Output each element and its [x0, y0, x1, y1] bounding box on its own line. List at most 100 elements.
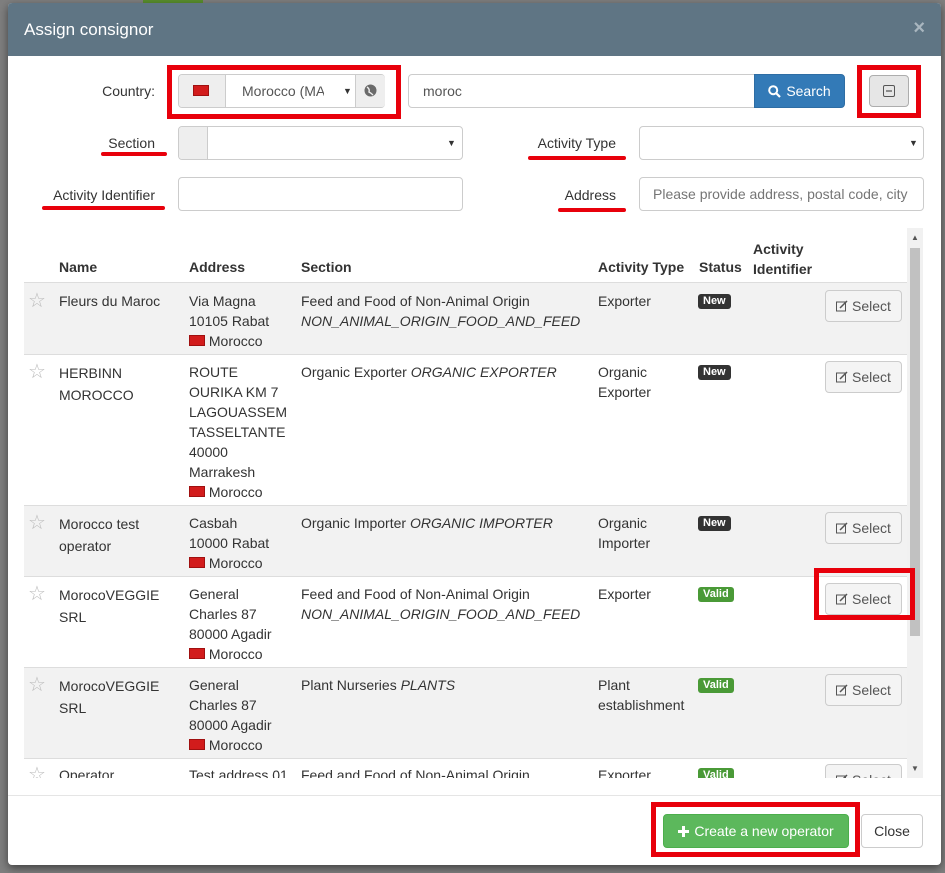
status-badge: New [698, 516, 731, 531]
underline-address [558, 208, 626, 212]
row-address-line: Charles 87 [189, 606, 257, 622]
select-button-label: Select [852, 591, 891, 607]
row-section-line: Organic Exporter ORGANIC EXPORTER [301, 362, 557, 382]
row-section: Organic Importer [301, 515, 407, 531]
row-address-line: TASSELTANTE [189, 424, 286, 440]
row-activity-type: Organic Importer [598, 515, 651, 551]
row-address-line: 80000 Agadir [189, 626, 272, 642]
col-header-activity-identifier: Activity Identifier [753, 241, 813, 277]
table-row: ☆ MorocoVEGGIE SRL General Charles 87 80… [24, 667, 907, 758]
close-button-label: Close [874, 823, 910, 839]
row-country: Morocco [189, 735, 263, 755]
globe-icon [364, 84, 377, 97]
row-section-line: Plant Nurseries PLANTS [301, 675, 455, 695]
star-icon[interactable]: ☆ [28, 675, 46, 695]
globe-addon[interactable] [355, 75, 385, 107]
row-section-code: ORGANIC IMPORTER [409, 515, 553, 531]
underline-activity-type [528, 156, 626, 160]
row-country: Morocco [189, 553, 263, 573]
star-icon[interactable]: ☆ [28, 765, 46, 778]
row-section: Feed and Food of Non-Animal Origin [301, 586, 530, 602]
edit-icon [836, 774, 848, 778]
activity-type-select[interactable]: ▼ [639, 126, 924, 160]
row-address-line: General [189, 677, 239, 693]
select-button[interactable]: Select [825, 764, 902, 778]
row-name: Fleurs du Maroc [59, 293, 161, 309]
row-country-name: Morocco [208, 484, 263, 500]
scroll-up-icon[interactable]: ▲ [911, 233, 919, 242]
star-icon[interactable]: ☆ [28, 362, 46, 382]
col-header-address: Address [189, 259, 246, 275]
row-country: Morocco [189, 644, 263, 664]
row-name: MorocoVEGGIE SRL [59, 587, 160, 625]
row-address-line: 10000 Rabat [189, 535, 270, 551]
row-section-code: NON_ANIMAL_ORIGIN_FOOD_AND_FEED [301, 313, 581, 329]
row-section: Feed and Food of Non-Animal Origin [301, 767, 530, 778]
close-icon[interactable]: × [913, 17, 925, 40]
row-activity-type: Exporter [598, 586, 651, 602]
country-select[interactable]: Morocco (MA ▼ [178, 74, 385, 108]
row-section: Plant Nurseries [301, 677, 397, 693]
table-row: ☆ Morocco test operator Casbah 10000 Rab… [24, 505, 907, 576]
select-button-label: Select [852, 682, 891, 698]
search-icon [768, 84, 782, 98]
row-country: Morocco [189, 482, 263, 502]
chevron-down-icon: ▼ [343, 86, 352, 96]
collapse-icon [883, 85, 895, 97]
activity-identifier-input[interactable] [178, 177, 463, 211]
search-input[interactable] [408, 74, 755, 108]
status-badge: New [698, 294, 731, 309]
row-section: Feed and Food of Non-Animal Origin [301, 293, 530, 309]
row-section-code: NON_ANIMAL_ORIGIN_FOOD_AND_FEED [301, 606, 581, 622]
col-header-activity-type: Activity Type [598, 259, 685, 275]
close-button[interactable]: Close [861, 814, 923, 848]
star-icon[interactable]: ☆ [28, 513, 46, 533]
row-country-name: Morocco [208, 646, 263, 662]
country-value: Morocco (MA [242, 83, 324, 99]
underline-section [101, 152, 167, 156]
flag-icon [189, 557, 205, 568]
search-button-label: Search [786, 83, 831, 99]
star-icon[interactable]: ☆ [28, 584, 46, 604]
col-header-name: Name [59, 259, 98, 275]
select-button[interactable]: Select [825, 583, 902, 615]
scroll-down-icon[interactable]: ▼ [911, 764, 919, 773]
table-row: ☆ HERBINN MOROCCO ROUTE OURIKA KM 7 LAGO… [24, 354, 907, 505]
section-select[interactable]: ▼ [178, 126, 463, 160]
select-button-label: Select [852, 520, 891, 536]
row-address-line: Casbah [189, 515, 238, 531]
table-row: ☆ MorocoVEGGIE SRL General Charles 87 80… [24, 576, 907, 667]
modal-header: Assign consignor × [8, 3, 941, 56]
row-address-line: ROUTE [189, 364, 238, 380]
select-button[interactable]: Select [825, 361, 902, 393]
row-section: Organic Exporter [301, 364, 407, 380]
collapse-filters-button[interactable] [869, 75, 909, 107]
select-button[interactable]: Select [825, 290, 902, 322]
row-country-name: Morocco [208, 333, 263, 349]
select-button[interactable]: Select [825, 512, 902, 544]
select-button[interactable]: Select [825, 674, 902, 706]
edit-icon [836, 593, 848, 605]
row-activity-type: Exporter [598, 767, 651, 778]
create-operator-button[interactable]: Create a new operator [663, 814, 849, 848]
modal-title: Assign consignor [24, 20, 154, 39]
create-operator-label: Create a new operator [694, 823, 834, 839]
select-button-label: Select [852, 369, 891, 385]
col-header-section: Section [301, 259, 352, 275]
country-label: Country: [102, 83, 155, 99]
status-badge: New [698, 365, 731, 380]
scroll-thumb[interactable] [910, 248, 920, 636]
row-section-line: Organic Importer ORGANIC IMPORTER [301, 513, 553, 533]
table-scrollbar[interactable]: ▲ ▼ [907, 228, 923, 778]
row-address-line: General [189, 586, 239, 602]
address-input[interactable] [639, 177, 924, 211]
flag-icon [193, 85, 209, 96]
status-badge: Valid [698, 587, 734, 602]
search-button[interactable]: Search [754, 74, 845, 108]
star-icon[interactable]: ☆ [28, 291, 46, 311]
row-address-line: Test address 01 [189, 767, 288, 778]
edit-icon [836, 684, 848, 696]
row-address-line: OURIKA KM 7 [189, 384, 279, 400]
select-button-label: Select [852, 772, 891, 778]
chevron-down-icon: ▼ [909, 138, 918, 148]
